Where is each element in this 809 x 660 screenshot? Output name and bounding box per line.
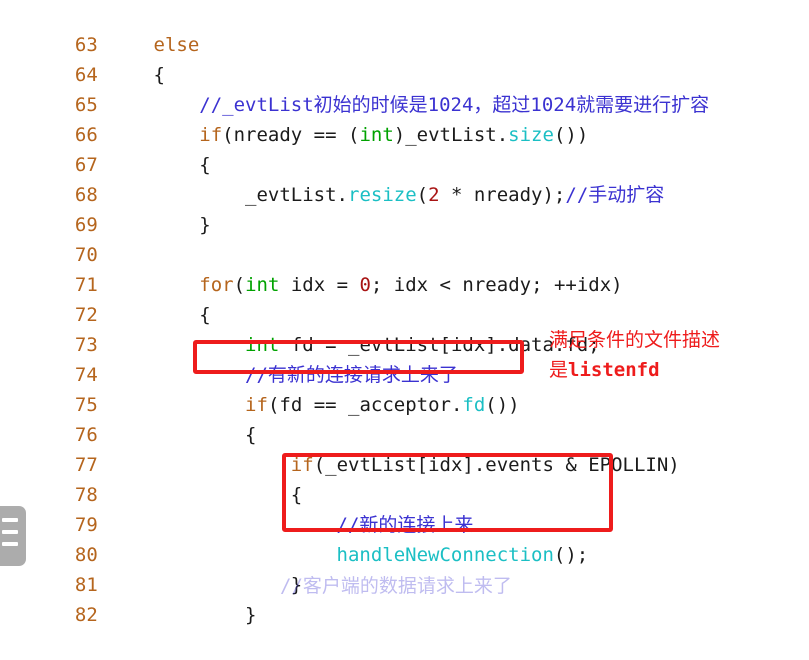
code-line: 66 if(nready == (int)_evtList.size()) <box>0 90 809 146</box>
code-editor[interactable]: 63 else 64 { 65 //_evtList初始的时候是1024，超过1… <box>0 0 809 626</box>
annotation-note-line2-prefix: 是 <box>549 359 569 381</box>
code-line: 63 else <box>0 0 809 56</box>
code-line: 69 } <box>0 180 809 236</box>
clipped-next-line: //客户端的数据请求上来了 <box>280 575 512 597</box>
code-line: 70 <box>0 210 809 266</box>
list-lines-icon <box>0 506 26 566</box>
code-line: 81 } <box>0 540 809 596</box>
code-line: 72 { <box>0 270 809 326</box>
code-line: 76 { <box>0 390 809 446</box>
watermark-bar <box>2 530 18 534</box>
code-line: 67 { <box>0 120 809 176</box>
watermark-bar <box>2 542 18 546</box>
code-line: 71 for(int idx = 0; idx < nready; ++idx) <box>0 240 809 296</box>
watermark-bar <box>2 518 18 522</box>
code-line: 80 handleNewConnection(); <box>0 510 809 566</box>
line-number: 82 <box>74 604 98 626</box>
code-line: 78 { <box>0 450 809 506</box>
code-line: 68 _evtList.resize(2 * nready);//手动扩容 <box>0 150 809 206</box>
code-line: 79 //新的连接上来 <box>0 480 809 536</box>
code-line: 77 if(_evtList[idx].events & EPOLLIN) <box>0 420 809 476</box>
line-content: } <box>245 604 257 626</box>
annotation-note-line1: 满足条件的文件描述 <box>549 329 721 351</box>
code-line: 65 //_evtList初始的时候是1024，超过1024就需要进行扩容 <box>0 60 809 116</box>
annotation-note: 满足条件的文件描述 是listenfd <box>549 325 799 385</box>
code-line: 64 { <box>0 30 809 86</box>
annotation-note-line2-code: listenfd <box>568 359 660 381</box>
